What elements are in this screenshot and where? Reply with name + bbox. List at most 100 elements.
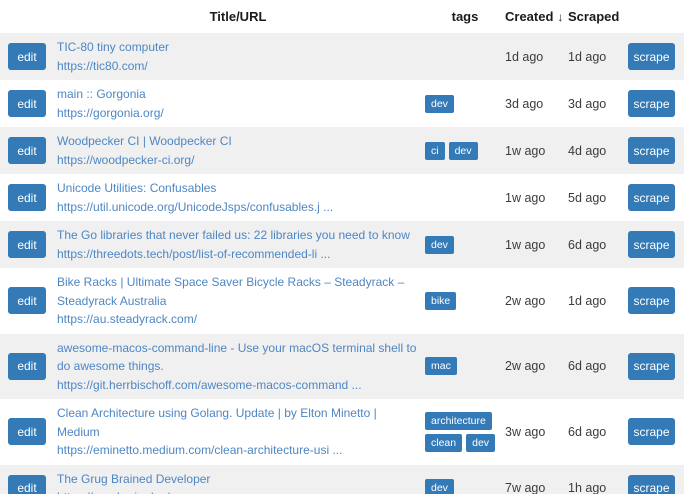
scrape-button[interactable]: scrape <box>628 137 675 164</box>
bookmark-url-link[interactable]: https://woodpecker-ci.org/ <box>57 151 419 170</box>
title-url-cell: TIC-80 tiny computer https://tic80.com/ <box>57 38 425 75</box>
scrape-button[interactable]: scrape <box>628 90 675 117</box>
tag-button[interactable]: architecture <box>425 412 492 430</box>
bookmark-title-link[interactable]: main :: Gorgonia <box>57 85 419 104</box>
title-url-cell: Unicode Utilities: Confusables https://u… <box>57 179 425 216</box>
edit-button[interactable]: edit <box>8 287 46 314</box>
scrape-button[interactable]: scrape <box>628 418 675 445</box>
tag-button[interactable]: dev <box>425 236 454 254</box>
edit-button[interactable]: edit <box>8 475 46 494</box>
edit-button[interactable]: edit <box>8 353 46 380</box>
title-url-cell: awesome-macos-command-line - Use your ma… <box>57 339 425 395</box>
created-timestamp: 1w ago <box>505 144 545 158</box>
scraped-timestamp: 1d ago <box>568 294 606 308</box>
edit-button[interactable]: edit <box>8 231 46 258</box>
created-cell: 1w ago <box>505 142 568 160</box>
bookmark-url-link[interactable]: https://tic80.com/ <box>57 57 419 76</box>
scraped-timestamp: 1d ago <box>568 50 606 64</box>
edit-button[interactable]: edit <box>8 90 46 117</box>
bookmark-title-link[interactable]: Unicode Utilities: Confusables <box>57 179 419 198</box>
scrape-cell: scrape <box>624 475 684 494</box>
title-url-cell: main :: Gorgonia https://gorgonia.org/ <box>57 85 425 122</box>
scraped-timestamp: 4d ago <box>568 144 606 158</box>
bookmark-title-link[interactable]: The Grug Brained Developer <box>57 470 419 489</box>
tag-list: cidev <box>425 142 505 160</box>
column-header-scraped[interactable]: Scraped <box>568 9 624 24</box>
scraped-cell: 6d ago <box>568 357 624 375</box>
created-timestamp: 1w ago <box>505 238 545 252</box>
title-url-cell: The Grug Brained Developer https://grugb… <box>57 470 425 494</box>
tag-button[interactable]: dev <box>449 142 478 160</box>
edit-button[interactable]: edit <box>8 43 46 70</box>
tags-cell: dev <box>425 479 505 494</box>
scraped-cell: 6d ago <box>568 423 624 441</box>
scrape-button[interactable]: scrape <box>628 475 675 494</box>
scraped-timestamp: 5d ago <box>568 191 606 205</box>
title-url-cell: Bike Racks | Ultimate Space Saver Bicycl… <box>57 273 425 329</box>
scrape-button[interactable]: scrape <box>628 184 675 211</box>
title-url-cell: Clean Architecture using Golang. Update … <box>57 404 425 460</box>
scrape-button[interactable]: scrape <box>628 43 675 70</box>
edit-button[interactable]: edit <box>8 418 46 445</box>
scrape-cell: scrape <box>624 353 684 380</box>
table-row: edit Clean Architecture using Golang. Up… <box>0 399 684 465</box>
tag-button[interactable]: mac <box>425 357 457 375</box>
scrape-button[interactable]: scrape <box>628 353 675 380</box>
bookmark-url-link[interactable]: https://util.unicode.org/UnicodeJsps/con… <box>57 198 419 217</box>
column-header-tags[interactable]: tags <box>425 9 505 24</box>
bookmark-url-link[interactable]: https://au.steadyrack.com/ <box>57 310 419 329</box>
edit-cell: edit <box>0 287 57 314</box>
scrape-cell: scrape <box>624 231 684 258</box>
tag-list: dev <box>425 236 505 254</box>
column-header-created[interactable]: Created↓ <box>505 9 568 24</box>
scraped-cell: 6d ago <box>568 236 624 254</box>
scrape-cell: scrape <box>624 184 684 211</box>
bookmark-title-link[interactable]: Clean Architecture using Golang. Update … <box>57 404 419 441</box>
table-header: Title/URL tags Created↓ Scraped <box>0 0 684 33</box>
scrape-button[interactable]: scrape <box>628 231 675 258</box>
tag-button[interactable]: dev <box>425 479 454 494</box>
bookmark-url-link[interactable]: https://gorgonia.org/ <box>57 104 419 123</box>
table-row: edit Unicode Utilities: Confusables http… <box>0 174 684 221</box>
created-cell: 1w ago <box>505 236 568 254</box>
bookmark-title-link[interactable]: Bike Racks | Ultimate Space Saver Bicycl… <box>57 273 419 310</box>
tag-button[interactable]: dev <box>425 95 454 113</box>
scraped-timestamp: 3d ago <box>568 97 606 111</box>
tag-button[interactable]: bike <box>425 292 456 310</box>
title-url-cell: The Go libraries that never failed us: 2… <box>57 226 425 263</box>
scrape-cell: scrape <box>624 90 684 117</box>
table-row: edit main :: Gorgonia https://gorgonia.o… <box>0 80 684 127</box>
tag-button[interactable]: dev <box>466 434 495 452</box>
edit-cell: edit <box>0 418 57 445</box>
bookmark-url-link[interactable]: https://git.herrbischoff.com/awesome-mac… <box>57 376 419 395</box>
bookmark-title-link[interactable]: Woodpecker CI | Woodpecker CI <box>57 132 419 151</box>
scraped-timestamp: 6d ago <box>568 238 606 252</box>
edit-button[interactable]: edit <box>8 184 46 211</box>
bookmark-url-link[interactable]: https://eminetto.medium.com/clean-archit… <box>57 441 419 460</box>
scrape-button[interactable]: scrape <box>628 287 675 314</box>
created-timestamp: 1d ago <box>505 50 543 64</box>
tag-button[interactable]: ci <box>425 142 445 160</box>
bookmarks-table: Title/URL tags Created↓ Scraped edit TIC… <box>0 0 684 494</box>
tags-cell: dev <box>425 95 505 113</box>
column-header-title-url[interactable]: Title/URL <box>57 9 425 24</box>
edit-button[interactable]: edit <box>8 137 46 164</box>
bookmark-title-link[interactable]: The Go libraries that never failed us: 2… <box>57 226 419 245</box>
tag-list: bike <box>425 292 505 310</box>
created-timestamp: 7w ago <box>505 481 545 494</box>
bookmark-title-link[interactable]: awesome-macos-command-line - Use your ma… <box>57 339 419 376</box>
scraped-cell: 3d ago <box>568 95 624 113</box>
bookmark-title-link[interactable]: TIC-80 tiny computer <box>57 38 419 57</box>
edit-cell: edit <box>0 353 57 380</box>
edit-cell: edit <box>0 231 57 258</box>
bookmark-url-link[interactable]: https://threedots.tech/post/list-of-reco… <box>57 245 419 264</box>
table-body: edit TIC-80 tiny computer https://tic80.… <box>0 33 684 494</box>
edit-cell: edit <box>0 137 57 164</box>
tag-button[interactable]: clean <box>425 434 462 452</box>
edit-cell: edit <box>0 43 57 70</box>
scraped-cell: 5d ago <box>568 189 624 207</box>
table-row: edit The Grug Brained Developer https://… <box>0 465 684 494</box>
tags-cell: dev <box>425 236 505 254</box>
edit-cell: edit <box>0 184 57 211</box>
bookmark-url-link[interactable]: https://grugbrain.dev/ <box>57 488 419 494</box>
